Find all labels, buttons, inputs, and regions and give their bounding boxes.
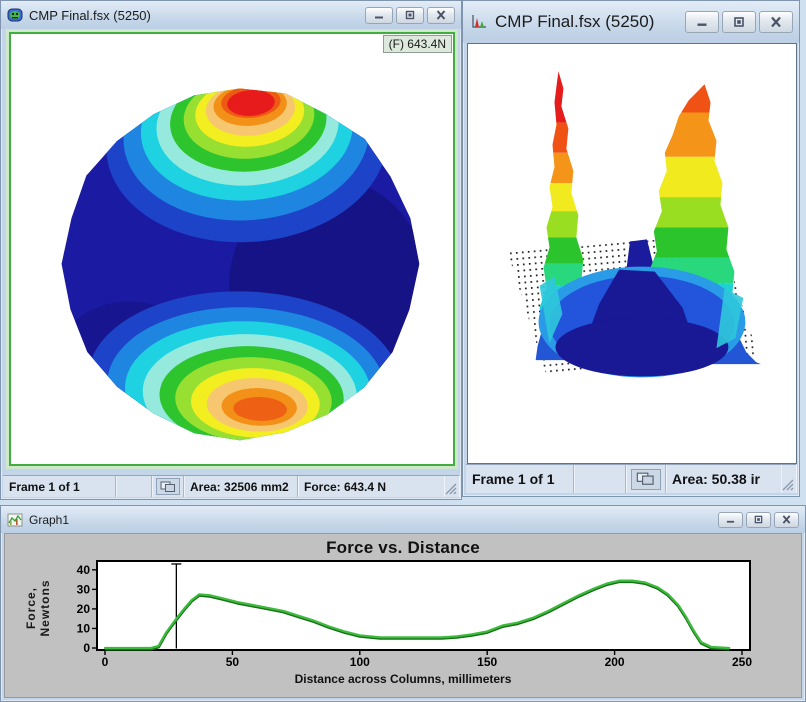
close-button[interactable] <box>759 11 793 33</box>
tile-windows-cell <box>152 476 184 497</box>
svg-text:0: 0 <box>83 641 90 655</box>
restore-icon <box>753 515 764 524</box>
pressure-map-2d[interactable] <box>11 34 453 464</box>
statusbar-3d: Frame 1 of 1 Area: 50.38 ir <box>466 464 796 493</box>
svg-text:150: 150 <box>477 655 497 669</box>
close-icon <box>769 16 783 28</box>
resize-grip[interactable] <box>444 476 459 497</box>
window-2d-map: CMP Final.fsx (5250) (F) 643.4N <box>0 0 462 500</box>
restore-icon <box>404 10 416 20</box>
svg-text:250: 250 <box>732 655 752 669</box>
pressure-map-icon <box>7 7 23 23</box>
restore-button[interactable] <box>746 512 771 528</box>
statusbar-2d: Frame 1 of 1 Area: 32506 mm2 Force: 643.… <box>3 475 459 497</box>
status-empty-cell <box>574 465 626 493</box>
x-axis-label: Distance across Columns, millimeters <box>5 672 801 686</box>
restore-button[interactable] <box>396 7 424 24</box>
overlapping-windows-icon <box>636 472 655 486</box>
titlebar-graph[interactable]: Graph1 <box>1 506 805 533</box>
force-overlay-label: (F) 643.4N <box>383 35 452 53</box>
graph-content: Force vs. Distance 0 50 100 150 200 250 0 10 20 3… <box>4 533 802 698</box>
close-button[interactable] <box>427 7 455 24</box>
base-bowl <box>539 267 746 378</box>
svg-text:50: 50 <box>226 655 240 669</box>
close-button[interactable] <box>774 512 799 528</box>
window-title: CMP Final.fsx (5250) <box>495 12 654 32</box>
tile-windows-button[interactable] <box>156 478 180 495</box>
close-icon <box>435 10 447 20</box>
minimize-icon <box>695 16 709 28</box>
svg-text:Force,: Force, <box>24 587 38 629</box>
svg-text:Newtons: Newtons <box>38 579 52 636</box>
svg-text:20: 20 <box>77 602 91 616</box>
resize-grip[interactable] <box>781 465 796 493</box>
svg-text:0: 0 <box>102 655 109 669</box>
force-readout: Force: 643.4 N <box>298 476 444 497</box>
close-icon <box>781 515 792 524</box>
titlebar-3d[interactable]: CMP Final.fsx (5250) <box>463 1 799 43</box>
area-readout: Area: 32506 mm2 <box>184 476 298 497</box>
restore-icon <box>732 16 746 28</box>
tile-windows-button[interactable] <box>631 469 661 490</box>
minimize-button[interactable] <box>365 7 393 24</box>
chart-title: Force vs. Distance <box>5 538 801 558</box>
pressure-map-3d[interactable] <box>468 44 796 463</box>
svg-text:100: 100 <box>350 655 370 669</box>
status-empty-cell <box>116 476 152 497</box>
window-title: Graph1 <box>29 513 69 527</box>
area-readout: Area: 50.38 ir <box>666 465 781 493</box>
frame-counter: Frame 1 of 1 <box>3 476 116 497</box>
map-frame: (F) 643.4N <box>6 29 458 469</box>
window-graph: Graph1 Force vs. Distance 05010015020025… <box>0 505 806 702</box>
svg-text:200: 200 <box>605 655 625 669</box>
plot-3d-icon <box>469 13 489 31</box>
svg-text:10: 10 <box>77 621 91 635</box>
window-3d-view: CMP Final.fsx (5250) <box>462 0 800 497</box>
minimize-icon <box>725 515 736 524</box>
force-distance-plot[interactable]: 0 50 100 150 200 250 0 10 20 30 40 Force,Newtons <box>5 558 805 670</box>
line-chart-icon <box>7 513 23 527</box>
restore-button[interactable] <box>722 11 756 33</box>
view-3d-frame <box>467 43 797 464</box>
frame-counter: Frame 1 of 1 <box>466 465 574 493</box>
resize-grip-icon <box>444 482 457 495</box>
minimize-button[interactable] <box>718 512 743 528</box>
svg-text:30: 30 <box>77 582 91 596</box>
minimize-button[interactable] <box>685 11 719 33</box>
svg-text:40: 40 <box>77 563 91 577</box>
overlapping-windows-icon <box>160 481 176 493</box>
titlebar-2d[interactable]: CMP Final.fsx (5250) <box>1 1 461 29</box>
minimize-icon <box>373 10 385 20</box>
tile-windows-cell <box>626 465 666 493</box>
window-title: CMP Final.fsx (5250) <box>29 8 151 23</box>
resize-grip-icon <box>781 478 794 491</box>
